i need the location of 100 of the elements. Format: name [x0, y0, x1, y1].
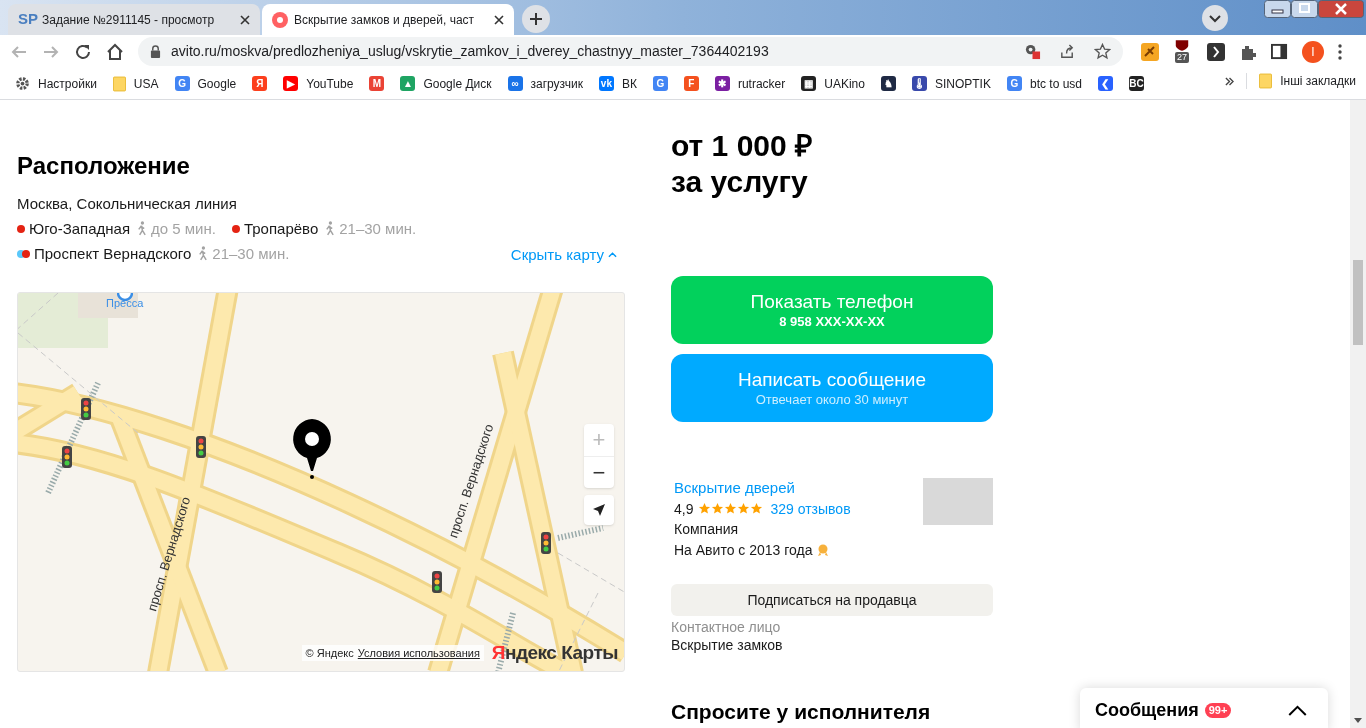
scrollbar[interactable] — [1350, 100, 1366, 728]
browser-tab[interactable]: Вскрытие замков и дверей, част — [262, 4, 514, 35]
traffic-light-icon — [81, 398, 91, 420]
section-heading: Расположение — [17, 151, 191, 181]
favicon-icon: G — [1006, 76, 1022, 91]
medal-icon — [816, 542, 831, 557]
bookmark[interactable]: 🌡 SINOPTIK — [911, 71, 991, 96]
bookmark[interactable]: ❮ — [1098, 71, 1113, 96]
tab-title: Задание №2911145 - просмотр — [42, 11, 215, 29]
favicon-icon: Я — [252, 76, 268, 91]
favicon-icon: 🌡 — [911, 76, 927, 91]
station-name: Юго-Западная — [29, 219, 130, 239]
favicon-icon: M — [369, 76, 385, 91]
chevron-up-icon[interactable] — [1288, 704, 1307, 716]
bookmark-star-icon[interactable] — [1094, 43, 1111, 60]
walk-time: до 5 мин. — [151, 219, 216, 239]
messages-panel[interactable]: Сообщения 99+ — [1080, 688, 1328, 728]
bookmark[interactable]: ∞ загрузчик — [507, 71, 583, 96]
traffic-light-icon — [541, 532, 551, 554]
traffic-light-icon — [196, 436, 206, 458]
gear-icon — [15, 76, 30, 91]
shield-extension-icon[interactable] — [1174, 39, 1190, 51]
subscribe-button[interactable]: Подписаться на продавца — [671, 584, 993, 616]
chevron-up-icon — [608, 251, 617, 258]
favicon-icon: G — [652, 76, 668, 91]
star-icon — [711, 502, 725, 516]
unread-badge: 99+ — [1204, 702, 1232, 718]
price-unit-text: за услугу — [671, 164, 809, 200]
walk-time: 21–30 мин. — [212, 244, 290, 264]
extension-badge: 27 — [1175, 51, 1189, 63]
tab-title: Вскрытие замков и дверей, част — [294, 11, 475, 29]
walking-icon — [324, 221, 336, 236]
section-heading: Спросите у исполнителя — [671, 699, 932, 725]
bookmark[interactable]: M — [369, 71, 385, 96]
bookmark[interactable]: G btc to usd — [1006, 71, 1082, 96]
traffic-light-icon — [62, 446, 72, 468]
bookmark[interactable]: G Google — [174, 71, 237, 96]
folder-icon — [1259, 73, 1273, 89]
favicon-icon: ∞ — [507, 76, 523, 91]
new-tab-button[interactable] — [522, 5, 550, 33]
bookmark[interactable]: ✱ rutracker — [714, 71, 786, 96]
bookmark[interactable]: BC — [1129, 71, 1144, 96]
address-bar[interactable]: avito.ru/moskva/predlozheniya_uslug/vskrytie_zamkov_i_dverey_chastnyy_master_7364402193 — [138, 37, 1123, 66]
price-text: от 1 000 ₽ — [671, 128, 813, 164]
shield-extension-icon[interactable] — [1141, 42, 1159, 61]
menu-icon[interactable] — [1338, 43, 1342, 60]
bookmark[interactable]: Я — [252, 71, 268, 96]
favicon-icon: ✱ — [714, 76, 730, 91]
zoom-out-button[interactable]: − — [584, 456, 614, 488]
close-icon[interactable] — [240, 14, 250, 25]
favicon-icon: G — [174, 76, 190, 91]
bookmark[interactable]: Настройки — [15, 71, 97, 96]
map-logo[interactable]: Яндекс Карты — [491, 638, 618, 667]
scroll-down-icon[interactable] — [1354, 718, 1362, 723]
site-logo: SP — [18, 9, 36, 30]
favicon-icon: vk — [598, 76, 614, 91]
favicon-icon: BC — [1129, 76, 1144, 91]
seller-logo-placeholder — [923, 478, 993, 525]
bookmark[interactable]: vk ВК — [598, 71, 637, 96]
bookmark[interactable]: ▦ UAKino — [801, 71, 865, 96]
chevrons-icon[interactable] — [1225, 76, 1235, 86]
bookmark[interactable]: ▲ Google Диск — [400, 71, 492, 96]
scrollbar-thumb[interactable] — [1353, 260, 1363, 345]
rating-value: 4,9 — [674, 499, 694, 519]
seller-since: На Авито с 2013 года — [674, 540, 813, 560]
share-icon[interactable] — [1059, 43, 1076, 60]
favicon-icon: ❮ — [1098, 76, 1113, 91]
side-panel-icon[interactable] — [1271, 43, 1288, 60]
geolocation-button[interactable] — [584, 495, 614, 525]
bookmark[interactable]: ▶ YouTube — [283, 71, 354, 96]
browser-tab[interactable]: SP Задание №2911145 - просмотр — [8, 4, 260, 35]
folder-icon — [112, 75, 126, 92]
extension-icon[interactable] — [1207, 42, 1225, 61]
favicon-icon: ▲ — [400, 76, 416, 91]
bookmark[interactable]: Інші закладки — [1259, 72, 1356, 90]
close-icon[interactable] — [494, 14, 504, 25]
copyright-text: © Яндекс — [305, 645, 354, 661]
minimize-button[interactable] — [1264, 0, 1291, 18]
address-text: Москва, Сокольническая линия — [17, 194, 238, 214]
bookmark[interactable]: USA — [112, 71, 159, 96]
restore-button[interactable] — [1291, 0, 1318, 18]
terms-link[interactable]: Условия использования — [357, 644, 480, 661]
favicon-icon: ▦ — [801, 76, 817, 91]
walking-icon — [136, 221, 147, 236]
close-window-button[interactable] — [1318, 0, 1364, 18]
walking-icon — [197, 246, 209, 261]
reload-button[interactable] — [74, 42, 92, 61]
bookmark[interactable]: ♞ — [880, 71, 896, 96]
bookmark[interactable]: G — [652, 71, 668, 96]
tab-search-button[interactable] — [1202, 5, 1228, 31]
location-pin-icon — [290, 417, 334, 481]
home-button[interactable] — [106, 42, 124, 61]
favicon-icon — [272, 11, 288, 28]
favicon-icon: F — [683, 76, 699, 91]
blocked-location-icon[interactable] — [1024, 43, 1041, 60]
favicon-icon: ♞ — [880, 76, 896, 91]
lock-icon — [150, 45, 161, 58]
favicon-icon: ▶ — [283, 76, 299, 91]
traffic-light-icon — [432, 571, 442, 593]
star-icon — [724, 502, 738, 516]
